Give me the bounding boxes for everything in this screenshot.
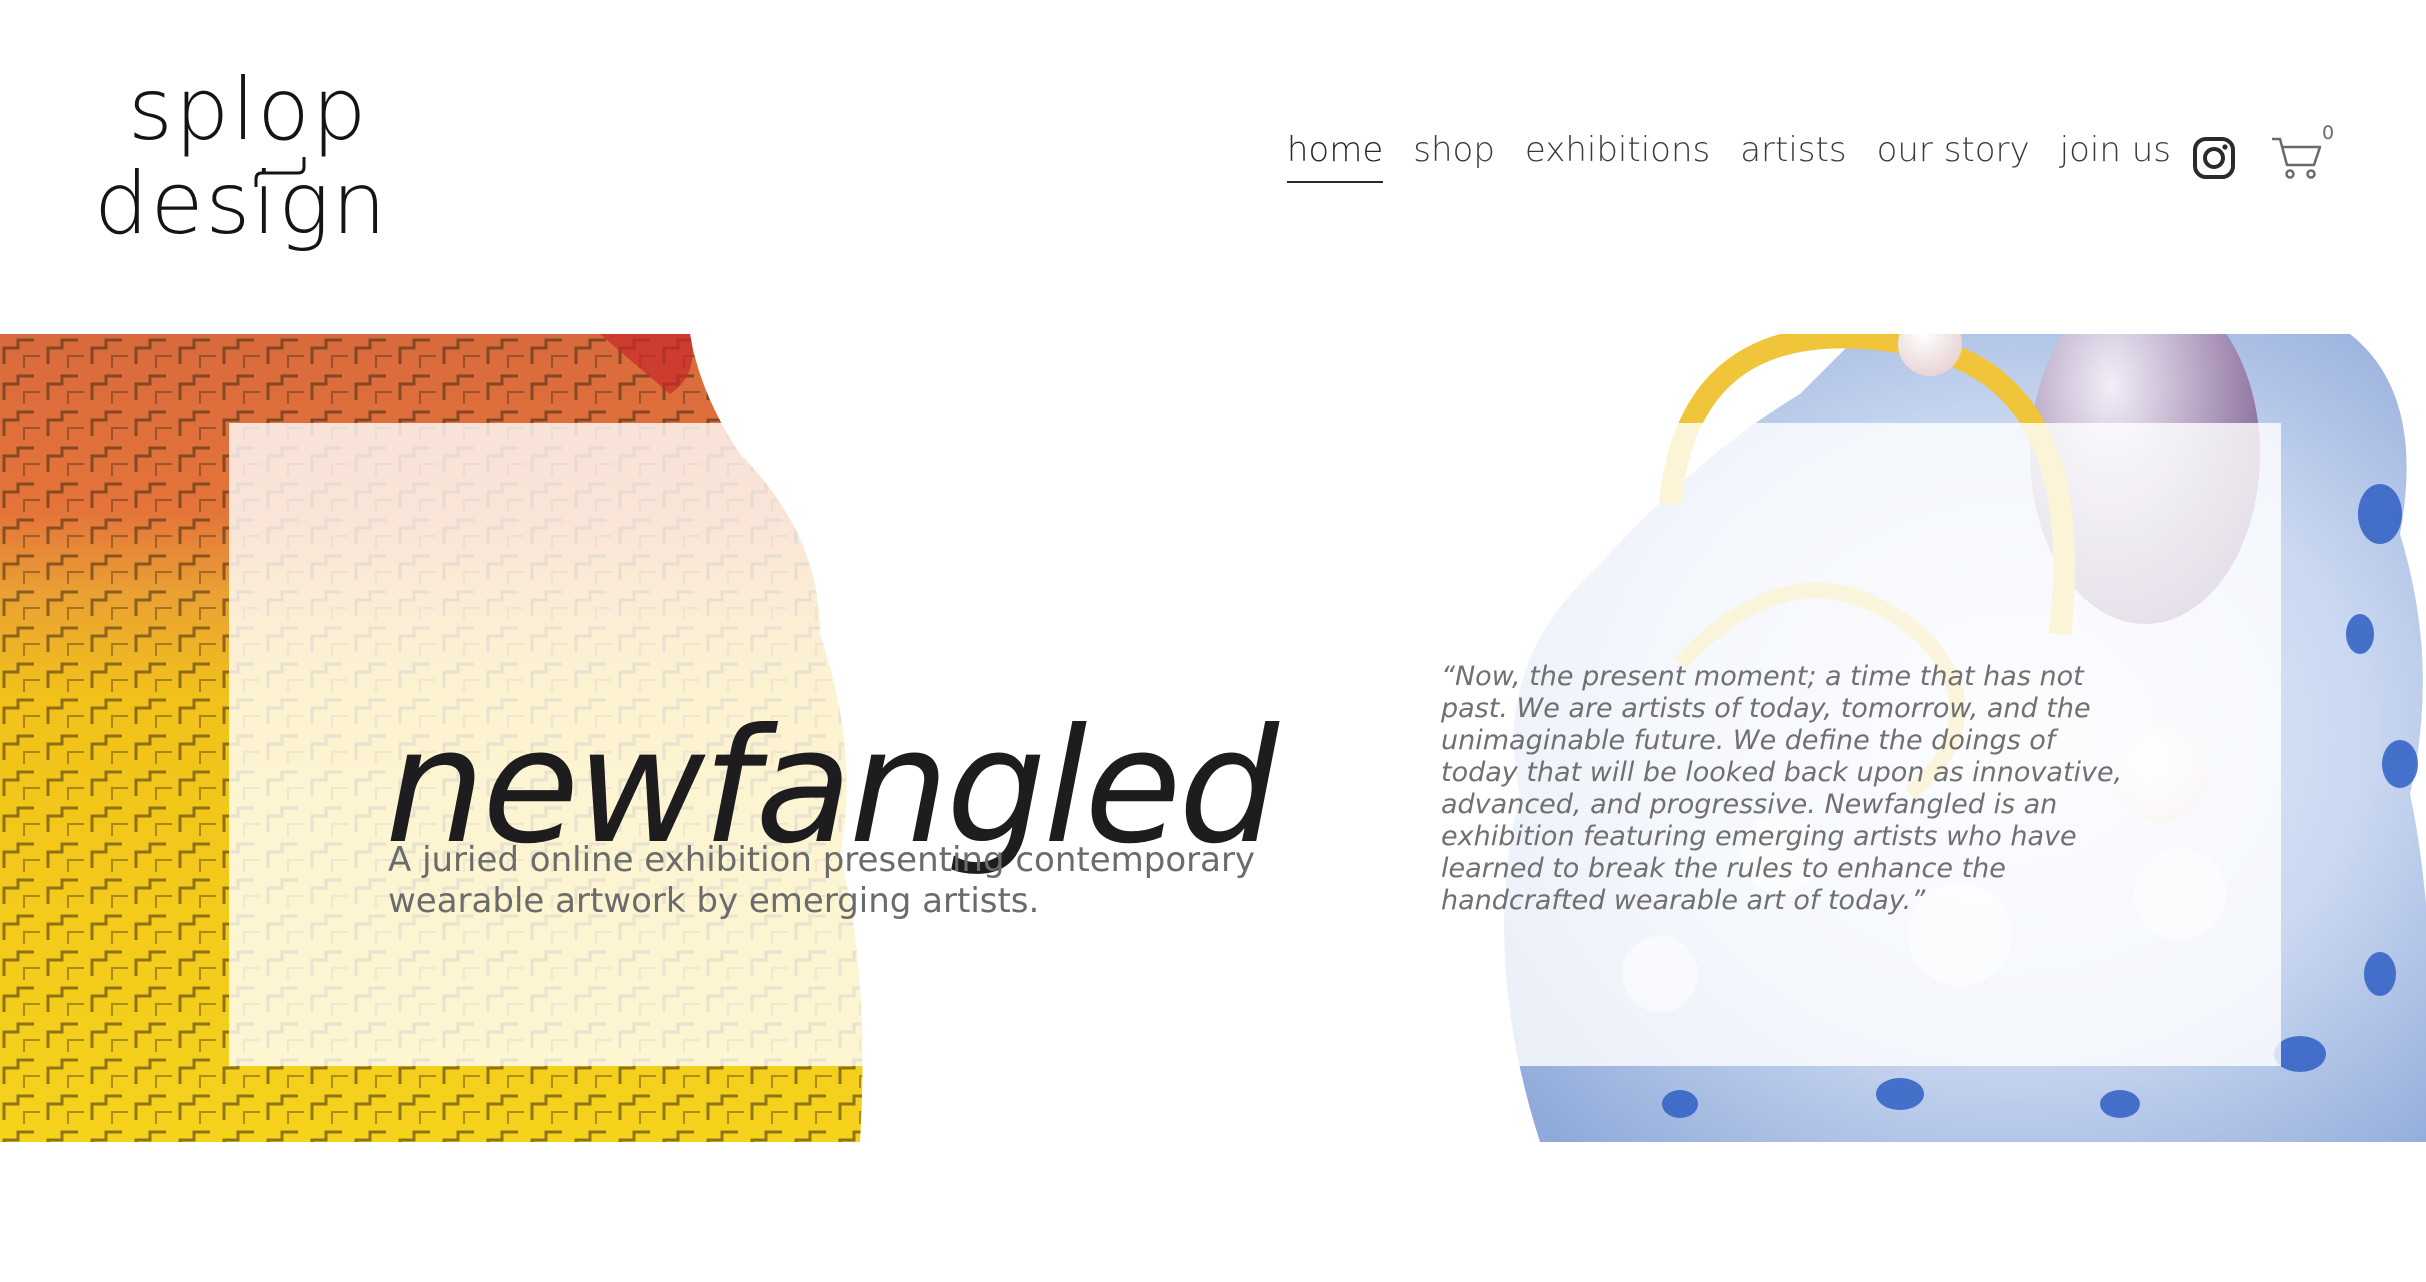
cart-count-badge: 0 bbox=[2322, 122, 2335, 144]
main-nav: home shop exhibitions artists our story … bbox=[1286, 130, 2171, 183]
logo-text-line-2: design bbox=[94, 154, 389, 254]
nav-item-exhibitions[interactable]: exhibitions bbox=[1525, 130, 1710, 183]
nav-item-join-us[interactable]: join us bbox=[2060, 130, 2171, 183]
page: splop design home shop exhibitions artis… bbox=[0, 0, 2426, 1282]
hero-subtitle: A juried online exhibition presenting co… bbox=[388, 840, 1256, 921]
logo[interactable]: splop design bbox=[90, 55, 386, 265]
nav-item-our-story[interactable]: our story bbox=[1877, 130, 2030, 183]
nav-item-shop[interactable]: shop bbox=[1413, 130, 1495, 183]
logo-text-line-1: splop bbox=[128, 60, 369, 160]
nav-item-artists[interactable]: artists bbox=[1740, 130, 1846, 183]
cart-icon[interactable] bbox=[2270, 135, 2324, 181]
nav-item-home[interactable]: home bbox=[1286, 130, 1384, 183]
hero-quote: “Now, the present moment; a time that ha… bbox=[1441, 661, 2123, 916]
instagram-icon[interactable] bbox=[2192, 136, 2236, 180]
